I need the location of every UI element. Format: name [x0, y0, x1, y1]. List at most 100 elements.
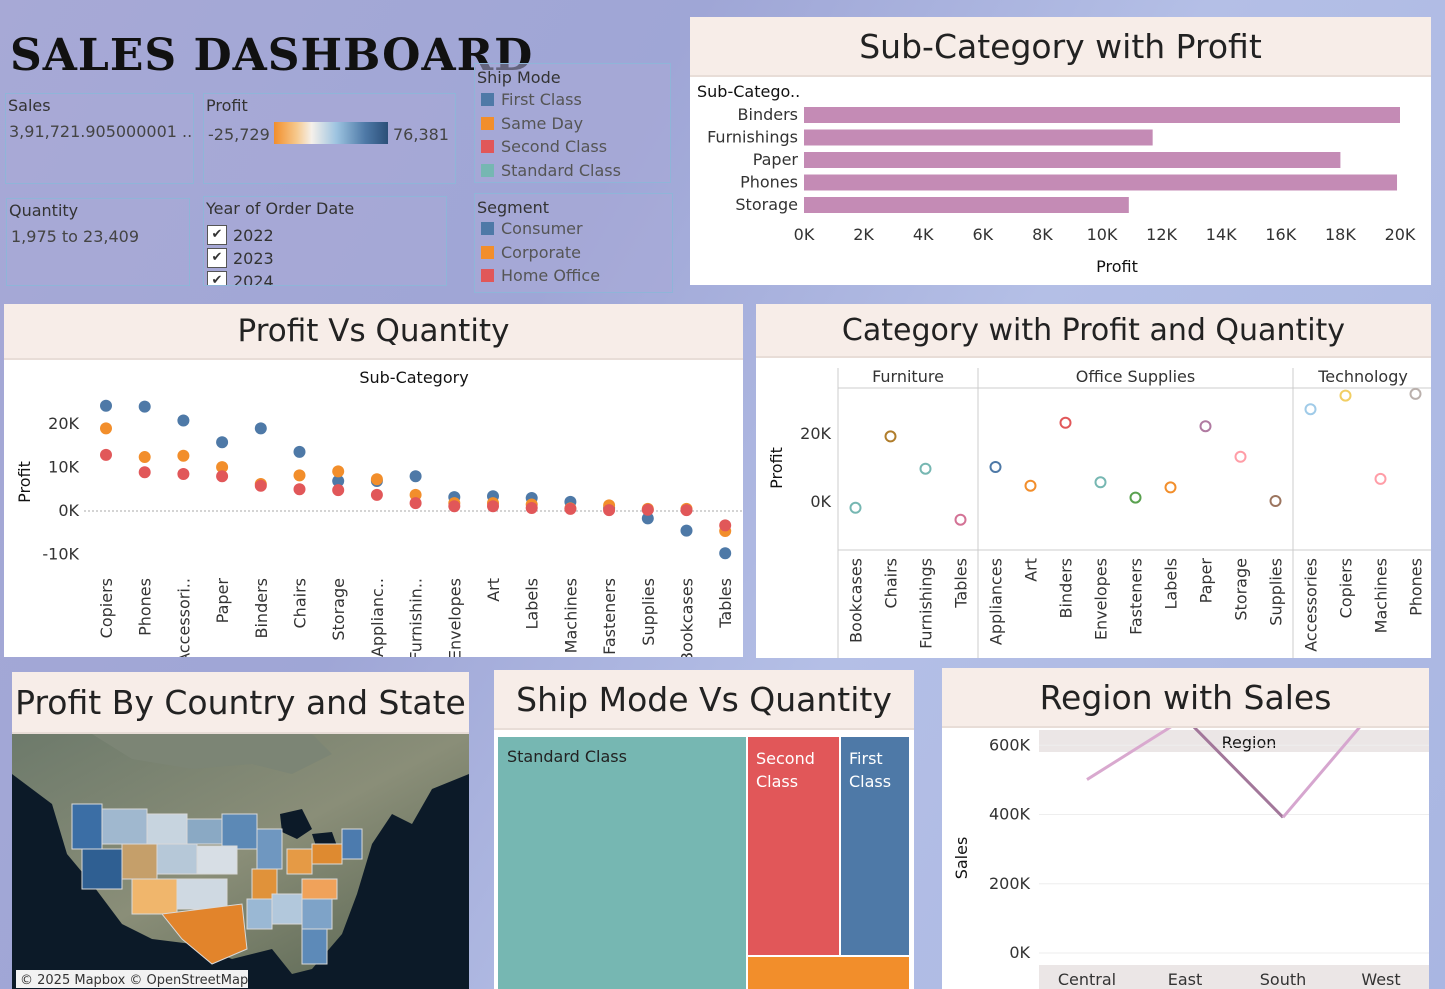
scatter-point [1269, 495, 1282, 507]
panel-title: Profit By Country and State [12, 672, 469, 734]
profit-vs-quantity-panel: Profit Vs Quantity Sub-Category Profit 20K… [4, 304, 743, 657]
panel-title: Ship Mode Vs Quantity [494, 670, 914, 730]
treemap-same-day[interactable] [748, 957, 909, 989]
legend-label: Consumer [501, 219, 583, 238]
scatter-point [680, 524, 693, 537]
bar-category-label: Binders [738, 105, 798, 124]
scatter-point [138, 466, 151, 479]
scatter-point [1094, 476, 1107, 489]
scatter-point [177, 449, 190, 462]
group-header: Technology [1317, 367, 1408, 386]
checkbox-checked-icon[interactable]: ✔ [207, 271, 227, 285]
segment-legend-title: Segment [477, 198, 549, 217]
scatter-point [409, 497, 422, 510]
profit-label: Profit [206, 96, 248, 115]
x-tick-label: 16K [1265, 225, 1296, 244]
x-tick-label: Labels [1162, 558, 1181, 610]
x-tick-label: Supplies [639, 578, 658, 646]
segment-legend-item[interactable]: Consumer [481, 219, 583, 238]
segment-legend-item[interactable]: Home Office [481, 266, 600, 285]
x-tick-label: Bookcases [847, 558, 866, 643]
x-tick-label: Furnishin.. [407, 578, 426, 657]
scatter-point [216, 470, 229, 483]
scatter-point [293, 445, 306, 458]
ship-mode-quantity-panel: Ship Mode Vs Quantity Standard Class Sec… [494, 670, 914, 989]
y-tick-label: 20K [48, 414, 79, 433]
treemap-second-class[interactable]: Second Class [748, 737, 839, 955]
group-header: Furniture [872, 367, 944, 386]
region-sales-line-chart: Region Sales 600K 400K 200K 0K Central East Sout… [952, 728, 1429, 989]
scatter-point [332, 465, 345, 478]
quantity-filter-card[interactable]: Quantity 1,975 to 23,409 [6, 198, 190, 286]
subcat-profit-bar-chart: Sub-Catego.. Binders Furnishings Paper Phone… [697, 82, 1416, 276]
treemap-label: Second Class [756, 749, 815, 791]
treemap-standard-class[interactable]: Standard Class [498, 737, 746, 989]
legend-label: Corporate [501, 242, 581, 262]
x-tick-label: Accessories [1302, 558, 1321, 652]
x-tick-label: Furnishings [917, 558, 936, 649]
profit-vs-quantity-chart: Sub-Category Profit 20K 10K 0K -10K Copiers Pho… [15, 368, 743, 657]
checkbox-checked-icon[interactable]: ✔ [207, 225, 227, 245]
scatter-point [525, 501, 538, 514]
x-tick-label: 0K [794, 225, 815, 244]
x-tick-label: Labels [523, 578, 542, 630]
y-tick-label: 600K [989, 735, 1031, 754]
x-tick-label: 10K [1087, 225, 1118, 244]
scatter-point [254, 422, 267, 435]
year-filter-card[interactable]: Year of Order Date ✔ 2022 ✔ 2023 ✔ 2024 [203, 196, 447, 286]
ship-mode-legend-item[interactable]: Same Day [481, 114, 583, 133]
scatter-point [719, 547, 732, 560]
map-attribution[interactable]: © 2025 Mapbox © OpenStreetMap [20, 973, 248, 988]
category-profit-quantity-panel: Category with Profit and Quantity Profit… [756, 304, 1431, 658]
scatter-point [919, 462, 932, 475]
sales-filter-card[interactable]: Sales 3,91,721.905000001 .. [5, 93, 194, 184]
scatter-point [1234, 450, 1247, 463]
quantity-label: Quantity [9, 201, 79, 220]
scatter-point [448, 500, 461, 513]
scatter-point [849, 501, 862, 514]
legend-label: Same Day [501, 113, 584, 133]
scatter-point [177, 468, 190, 481]
profit-filter-card[interactable]: Profit -25,729 76,381 [203, 93, 456, 184]
ship-mode-legend-item[interactable]: Second Class [481, 137, 607, 156]
bar [804, 174, 1398, 191]
map-canvas[interactable]: © 2025 Mapbox © OpenStreetMap [12, 734, 469, 989]
bar-category-label: Furnishings [707, 128, 798, 147]
x-tick-label: Applianc.. [368, 578, 387, 657]
page-title: SALES DASHBOARD [10, 30, 534, 81]
year-option-2023[interactable]: ✔ 2023 [207, 248, 274, 268]
profit-color-ramp[interactable] [274, 122, 388, 144]
ship-mode-legend-item[interactable]: Standard Class [481, 161, 621, 180]
treemap-label: First Class [849, 749, 892, 791]
panel-title: Region with Sales [942, 668, 1429, 728]
scatter-point [641, 503, 654, 516]
scatter-point [100, 399, 112, 412]
x-tick-label: Phones [1407, 558, 1426, 616]
x-tick-label: Chairs [291, 578, 310, 628]
ship-mode-legend-item[interactable]: First Class [481, 90, 582, 109]
scatter-point [332, 484, 345, 497]
legend-swatch [481, 140, 494, 153]
panel-title: Profit Vs Quantity [4, 304, 743, 360]
scatter-point [603, 504, 616, 517]
treemap-first-class[interactable]: First Class [841, 737, 909, 955]
x-tick-label: 6K [972, 225, 993, 244]
x-tick-label: 14K [1206, 225, 1237, 244]
ship-mode-legend-title: Ship Mode [477, 68, 561, 87]
scatter-point [370, 473, 383, 486]
year-option-2024[interactable]: ✔ 2024 [207, 271, 274, 286]
x-tick-label: Envelopes [1092, 558, 1111, 640]
checkbox-checked-icon[interactable]: ✔ [207, 248, 227, 268]
segment-legend-item[interactable]: Corporate [481, 243, 581, 262]
bar-category-label: Storage [735, 195, 798, 214]
profit-min: -25,729 [208, 125, 270, 144]
scatter-point [100, 448, 112, 461]
year-option-label: 2024 [233, 271, 274, 286]
x-tick-label: Envelopes [445, 578, 464, 657]
x-tick-label: Bookcases [678, 578, 697, 657]
bar-chart-header: Sub-Catego.. [697, 82, 800, 101]
scatter-point [719, 519, 732, 532]
scatter-point [989, 461, 1002, 473]
year-option-2022[interactable]: ✔ 2022 [207, 225, 274, 245]
chart-title: Region [1222, 733, 1277, 752]
